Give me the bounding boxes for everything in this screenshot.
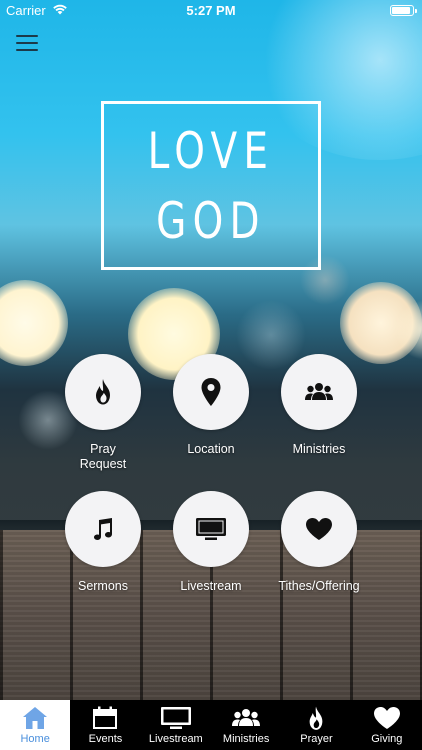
hero-line-2: GOD	[156, 192, 266, 250]
tab-livestream[interactable]: Livestream	[141, 700, 211, 750]
tab-label: Livestream	[148, 733, 203, 745]
tab-label: Prayer	[300, 733, 333, 745]
tile-ministries[interactable]: Ministries	[264, 354, 374, 457]
tab-label: Events	[88, 733, 123, 745]
calendar-icon	[93, 706, 118, 729]
tile-pray-request[interactable]: Pray Request	[48, 354, 158, 472]
tile-livestream[interactable]: Livestream	[156, 491, 266, 594]
music-note-icon	[94, 518, 112, 540]
tab-bar: Home Events Livestream Ministries Prayer	[0, 700, 422, 750]
tile-tithes-offering[interactable]: Tithes/Offering	[264, 491, 374, 594]
tab-label: Giving	[371, 733, 403, 745]
tv-icon	[196, 518, 226, 540]
tile-label: Tithes/Offering	[278, 579, 360, 593]
heart-icon	[306, 518, 332, 540]
tab-events[interactable]: Events	[70, 700, 140, 750]
status-bar: Carrier 5:27 PM	[0, 0, 422, 22]
home-screen: Carrier 5:27 PM LOVE GOD Pray Request Lo…	[0, 0, 422, 750]
tile-label: Sermons	[77, 579, 129, 593]
tab-label: Ministries	[222, 733, 270, 745]
tile-circle[interactable]	[173, 354, 249, 430]
tile-circle[interactable]	[281, 354, 357, 430]
tile-circle[interactable]	[65, 354, 141, 430]
hero-line-1: LOVE	[147, 122, 275, 180]
tile-circle[interactable]	[65, 491, 141, 567]
menu-button[interactable]	[16, 35, 38, 53]
tab-label: Home	[20, 733, 50, 745]
tile-location[interactable]: Location	[156, 354, 266, 457]
tab-giving[interactable]: Giving	[352, 700, 422, 750]
home-icon	[23, 707, 48, 729]
flame-icon	[96, 379, 110, 405]
group-icon	[305, 383, 333, 400]
hero-banner: LOVE GOD	[101, 101, 321, 270]
tile-label: Pray Request	[79, 442, 127, 471]
battery-icon	[390, 5, 417, 16]
tile-circle[interactable]	[281, 491, 357, 567]
tile-label: Ministries	[292, 442, 346, 456]
heart-icon	[373, 707, 400, 729]
flame-icon	[310, 706, 323, 730]
tab-home[interactable]: Home	[0, 700, 71, 750]
tab-prayer[interactable]: Prayer	[281, 700, 351, 750]
map-pin-icon	[201, 378, 221, 406]
group-icon	[232, 709, 261, 726]
tab-ministries[interactable]: Ministries	[211, 700, 281, 750]
tile-sermons[interactable]: Sermons	[48, 491, 158, 594]
hamburger-icon	[16, 35, 38, 37]
tile-label: Location	[187, 442, 235, 456]
tv-icon	[160, 707, 191, 729]
clock: 5:27 PM	[186, 3, 236, 18]
tile-circle[interactable]	[173, 491, 249, 567]
tile-label: Livestream	[180, 579, 242, 593]
